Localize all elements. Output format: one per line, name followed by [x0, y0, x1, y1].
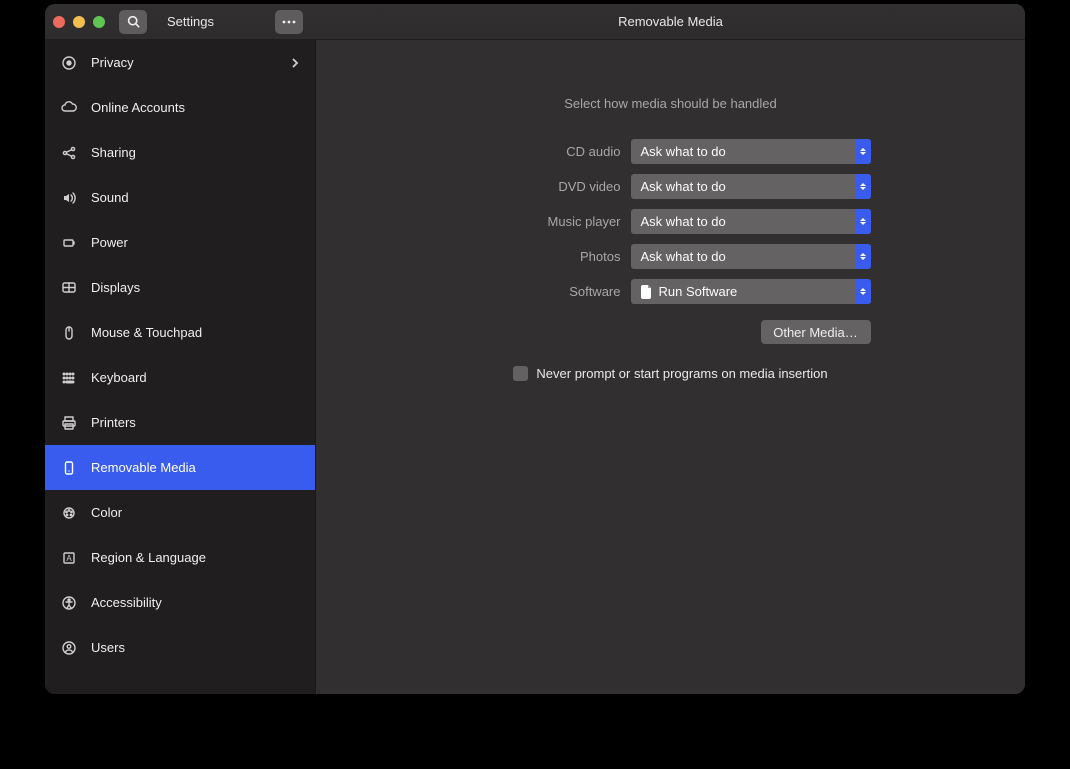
settings-label: Settings: [167, 14, 214, 29]
mouse-icon: [61, 325, 77, 341]
minimize-icon[interactable]: [73, 16, 85, 28]
select-arrow-icon: [855, 174, 871, 199]
sidebar-item-keyboard[interactable]: Keyboard: [45, 355, 315, 400]
close-icon[interactable]: [53, 16, 65, 28]
sidebar-item-power[interactable]: Power: [45, 220, 315, 265]
menu-button[interactable]: [275, 10, 303, 34]
select-cd-audio[interactable]: Ask what to do: [631, 139, 871, 164]
sidebar-item-mouse-touchpad[interactable]: Mouse & Touchpad: [45, 310, 315, 355]
sound-icon: [61, 190, 77, 206]
sidebar-item-removable-media[interactable]: Removable Media: [45, 445, 315, 490]
select-value: Run Software: [659, 284, 738, 299]
privacy-icon: [61, 55, 77, 71]
cloud-icon: [61, 100, 77, 116]
select-arrow-icon: [855, 209, 871, 234]
select-value: Ask what to do: [641, 144, 726, 159]
never-prompt-label: Never prompt or start programs on media …: [536, 366, 827, 381]
sidebar-item-label: Online Accounts: [91, 100, 185, 115]
settings-window: Settings Removable Media Privacy Online A…: [45, 4, 1025, 694]
sidebar-item-label: Mouse & Touchpad: [91, 325, 202, 340]
sidebar-item-label: Color: [91, 505, 122, 520]
form-label-music-player: Music player: [471, 214, 621, 229]
titlebar: Settings Removable Media: [45, 4, 1025, 40]
sidebar-item-label: Power: [91, 235, 128, 250]
dots-icon: [282, 20, 296, 24]
sidebar-item-accessibility[interactable]: Accessibility: [45, 580, 315, 625]
chevron-right-icon: [291, 57, 299, 69]
body: Privacy Online Accounts Sharing Sound Power D…: [45, 40, 1025, 694]
select-arrow-icon: [855, 244, 871, 269]
form-label-software: Software: [471, 284, 621, 299]
select-software[interactable]: Run Software: [631, 279, 871, 304]
sidebar-item-label: Users: [91, 640, 125, 655]
select-photos[interactable]: Ask what to do: [631, 244, 871, 269]
select-music-player[interactable]: Ask what to do: [631, 209, 871, 234]
displays-icon: [61, 280, 77, 296]
main-pane: Select how media should be handled CD au…: [316, 40, 1025, 694]
sidebar-item-privacy[interactable]: Privacy: [45, 40, 315, 85]
sidebar-item-label: Removable Media: [91, 460, 196, 475]
select-value: Ask what to do: [641, 179, 726, 194]
other-media-button[interactable]: Other Media…: [761, 320, 871, 344]
sidebar-item-region-language[interactable]: A Region & Language: [45, 535, 315, 580]
sidebar-item-label: Sound: [91, 190, 129, 205]
sidebar-item-users[interactable]: Users: [45, 625, 315, 670]
sidebar-item-label: Sharing: [91, 145, 136, 160]
form-label-cd-audio: CD audio: [471, 144, 621, 159]
maximize-icon[interactable]: [93, 16, 105, 28]
keyboard-icon: [61, 370, 77, 386]
never-prompt-row[interactable]: Never prompt or start programs on media …: [513, 366, 827, 381]
color-icon: [61, 505, 77, 521]
sidebar-item-label: Printers: [91, 415, 136, 430]
form-label-photos: Photos: [471, 249, 621, 264]
button-row: Other Media…: [471, 320, 871, 344]
sidebar-item-displays[interactable]: Displays: [45, 265, 315, 310]
form-label-dvd-video: DVD video: [471, 179, 621, 194]
users-icon: [61, 640, 77, 656]
traffic-lights: [53, 16, 105, 28]
sidebar-item-online-accounts[interactable]: Online Accounts: [45, 85, 315, 130]
intro-text: Select how media should be handled: [564, 96, 776, 111]
sidebar-item-label: Displays: [91, 280, 140, 295]
sidebar-item-label: Accessibility: [91, 595, 162, 610]
search-button[interactable]: [119, 10, 147, 34]
svg-text:A: A: [66, 554, 72, 563]
share-icon: [61, 145, 77, 161]
sidebar-item-sharing[interactable]: Sharing: [45, 130, 315, 175]
removable-media-icon: [61, 460, 77, 476]
window-title: Removable Media: [316, 14, 1025, 29]
sidebar-item-printers[interactable]: Printers: [45, 400, 315, 445]
select-arrow-icon: [855, 279, 871, 304]
select-dvd-video[interactable]: Ask what to do: [631, 174, 871, 199]
form-wrap: CD audio Ask what to do DVD video Ask what …: [471, 139, 871, 344]
sidebar[interactable]: Privacy Online Accounts Sharing Sound Power D…: [45, 40, 316, 694]
sidebar-item-color[interactable]: Color: [45, 490, 315, 535]
select-value: Ask what to do: [641, 249, 726, 264]
media-form: CD audio Ask what to do DVD video Ask what …: [471, 139, 871, 304]
search-icon: [127, 15, 140, 28]
power-icon: [61, 235, 77, 251]
select-arrow-icon: [855, 139, 871, 164]
printers-icon: [61, 415, 77, 431]
sidebar-item-label: Keyboard: [91, 370, 147, 385]
sidebar-item-label: Region & Language: [91, 550, 206, 565]
file-icon: [641, 285, 653, 299]
select-value: Ask what to do: [641, 214, 726, 229]
never-prompt-checkbox[interactable]: [513, 366, 528, 381]
region-icon: A: [61, 550, 77, 566]
sidebar-item-sound[interactable]: Sound: [45, 175, 315, 220]
sidebar-item-label: Privacy: [91, 55, 134, 70]
accessibility-icon: [61, 595, 77, 611]
